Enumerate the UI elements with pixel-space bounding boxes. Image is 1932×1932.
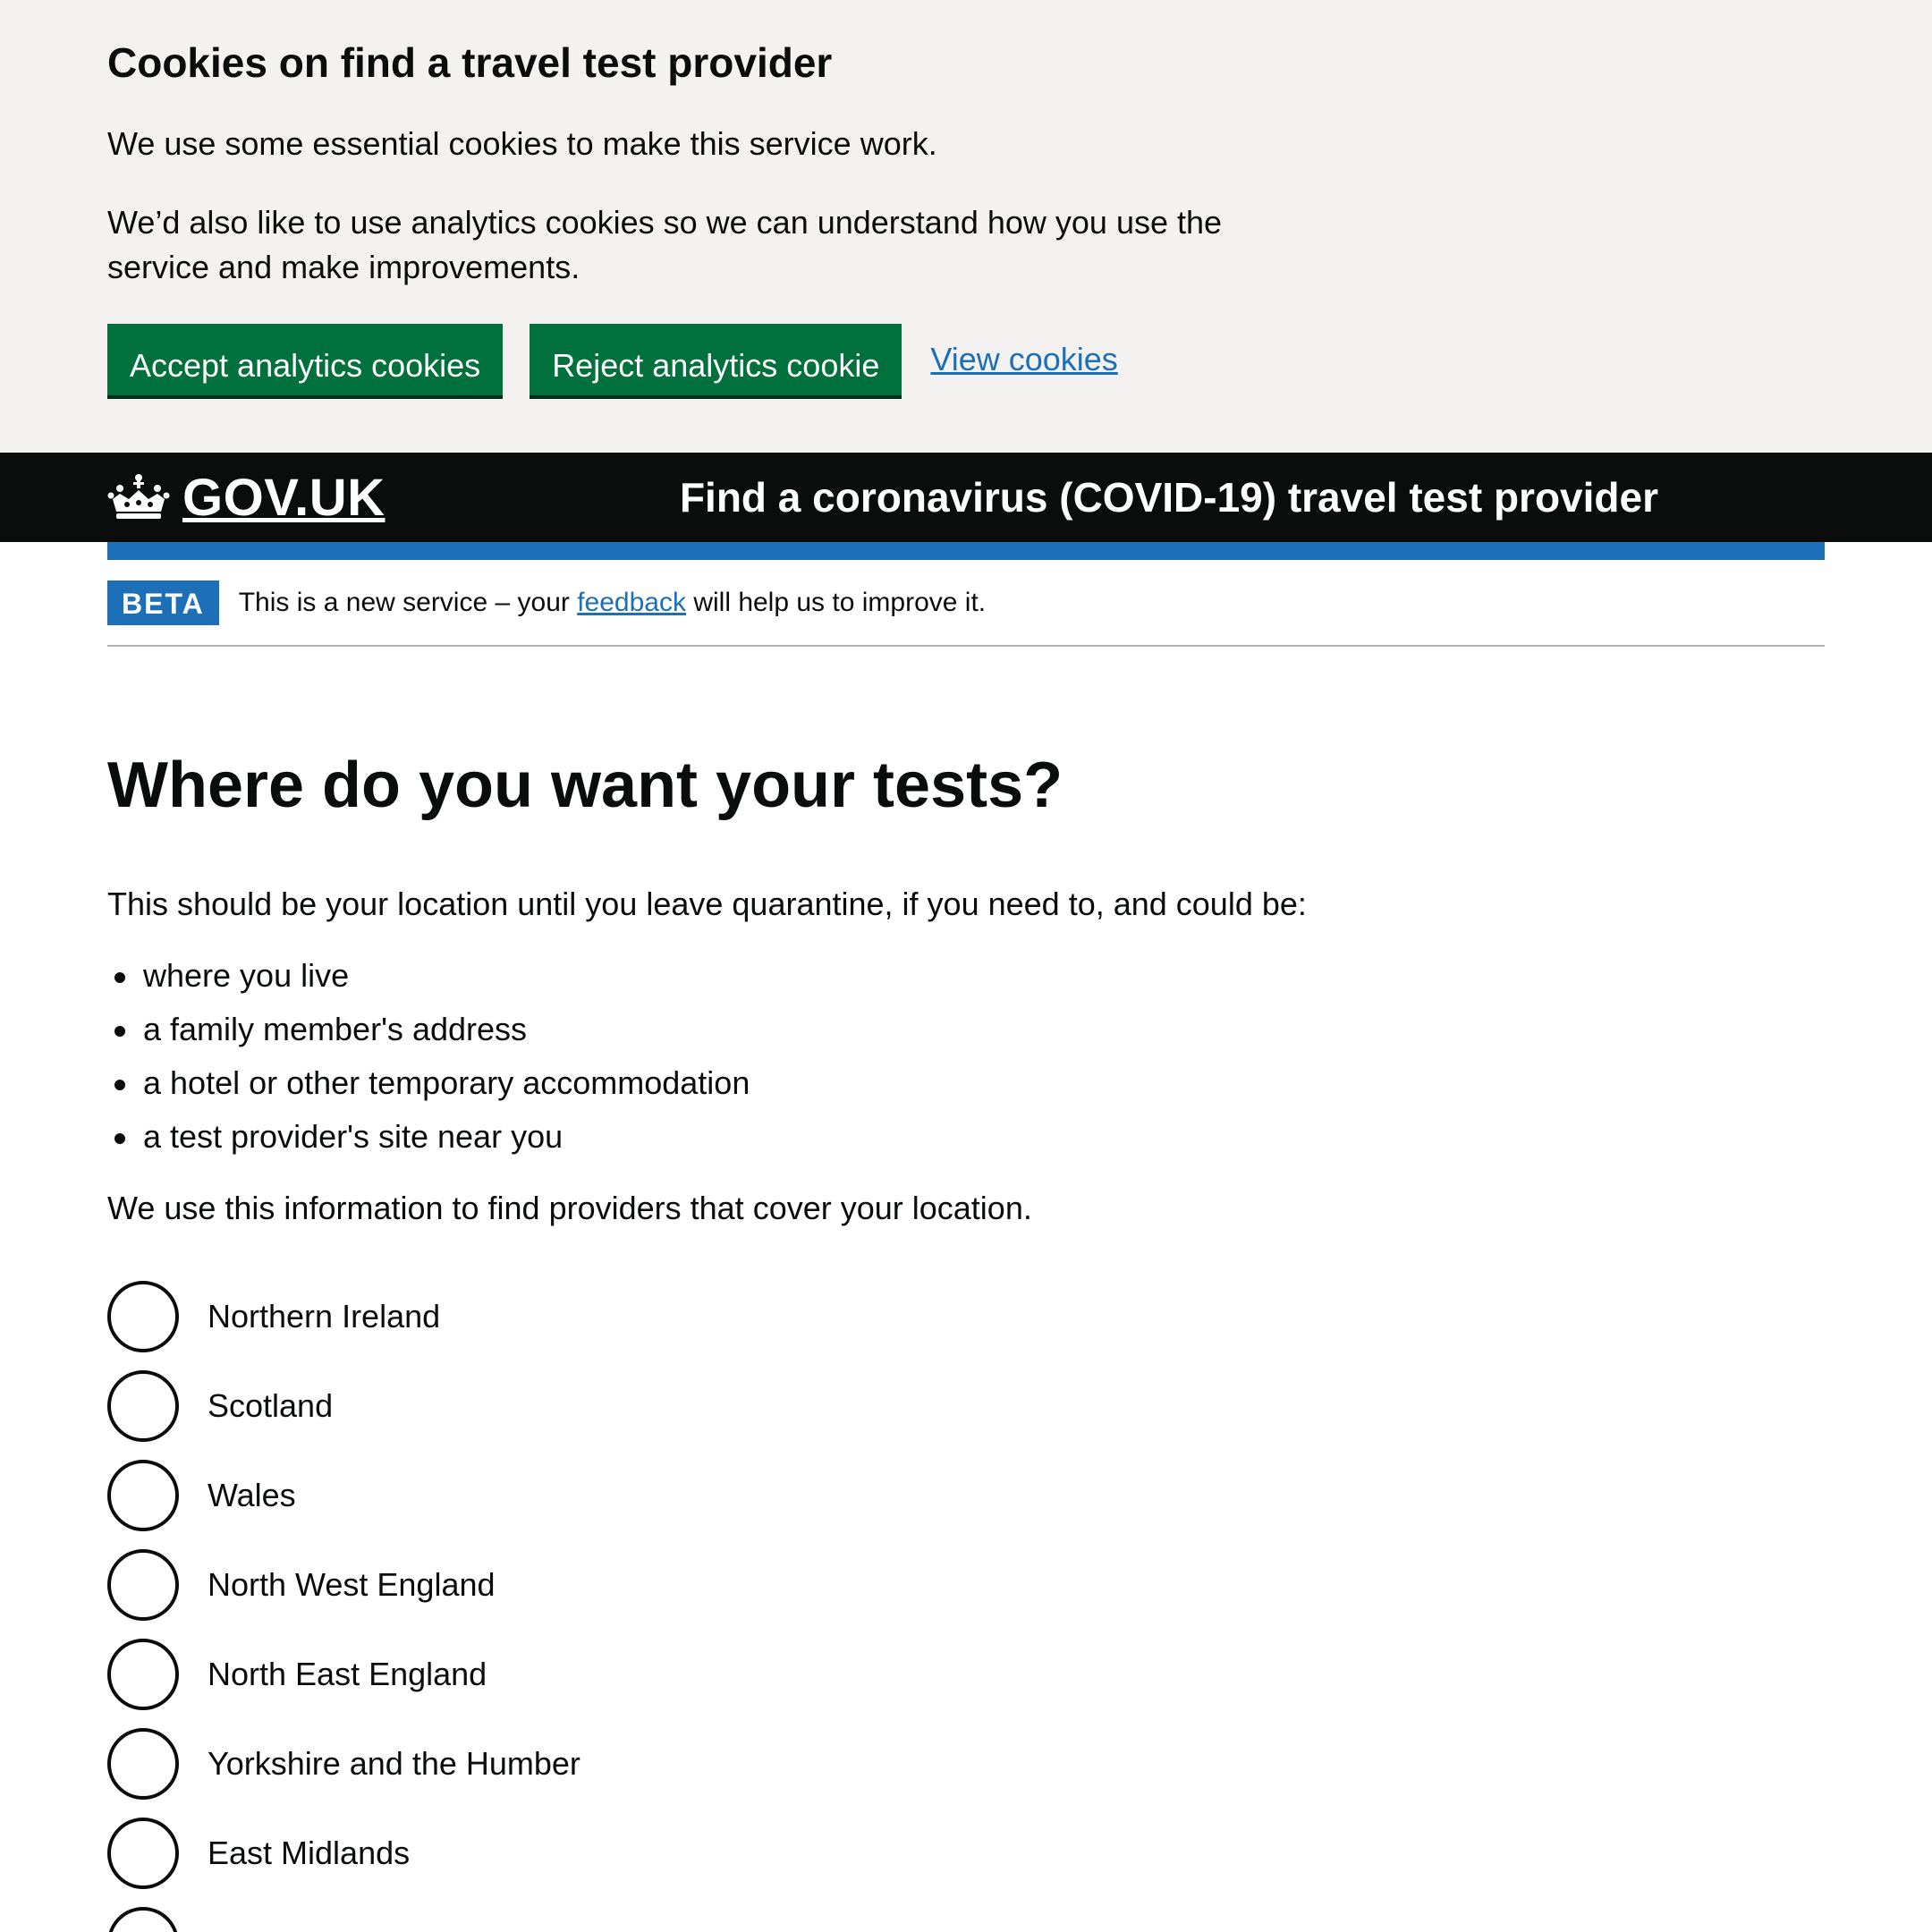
radio-label: Northern Ireland: [208, 1298, 441, 1335]
radio-option-east-midlands[interactable]: East Midlands: [107, 1809, 1825, 1898]
usage-note: We use this information to find provider…: [107, 1190, 1032, 1226]
cookie-banner-title: Cookies on find a travel test provider: [107, 39, 833, 86]
radio-option-scotland[interactable]: Scotland: [107, 1361, 1825, 1451]
cookie-banner-actions: Accept analytics cookies Reject analytic…: [107, 324, 1825, 395]
list-item: where you live: [107, 953, 1825, 998]
radio-button[interactable]: [107, 1818, 179, 1889]
govuk-logo-text: GOV.UK: [182, 468, 386, 527]
phase-text-before: This is a new service – your: [238, 587, 578, 617]
radio-option-north-west-england[interactable]: North West England: [107, 1540, 1825, 1630]
radio-button[interactable]: [107, 1370, 179, 1442]
radio-label: Scotland: [208, 1387, 334, 1424]
phase-text-after: will help us to improve it.: [685, 587, 987, 617]
radio-button[interactable]: [107, 1281, 179, 1352]
list-item: a hotel or other temporary accommodation: [107, 1061, 1825, 1106]
radio-option-yorkshire-and-the-humber[interactable]: Yorkshire and the Humber: [107, 1719, 1825, 1809]
radio-option-wales[interactable]: Wales: [107, 1451, 1825, 1540]
service-name-link[interactable]: Find a coronavirus (COVID-19) travel tes…: [680, 473, 1658, 521]
gov-header: GOV.UK Find a coronavirus (COVID-19) tra…: [0, 453, 1932, 542]
cookie-banner: Cookies on find a travel test provider W…: [0, 0, 1932, 453]
radio-option-north-east-england[interactable]: North East England: [107, 1630, 1825, 1719]
location-bullet-list: where you live a family member's address…: [107, 953, 1825, 1159]
radio-button[interactable]: [107, 1549, 179, 1621]
main-content: Where do you want your tests? This shoul…: [0, 647, 1932, 1932]
radio-label: North West England: [208, 1566, 496, 1603]
reject-analytics-cookies-button[interactable]: Reject analytics cookie: [530, 324, 902, 395]
list-item: a family member's address: [107, 1007, 1825, 1052]
header-blue-bar: [107, 542, 1825, 560]
cookie-banner-text: We use some essential cookies to make th…: [107, 125, 937, 162]
feedback-link[interactable]: feedback: [577, 588, 686, 617]
radio-label: North East England: [208, 1656, 487, 1692]
radio-option-cut-off[interactable]: [107, 1898, 1825, 1932]
list-item: a test provider's site near you: [107, 1114, 1825, 1159]
radio-button[interactable]: [107, 1460, 179, 1531]
cookie-banner-text: We’d also like to use analytics cookies …: [107, 204, 1223, 285]
radio-button[interactable]: [107, 1728, 179, 1800]
phase-banner-text: This is a new service – your feedback wi…: [239, 588, 986, 618]
beta-tag: BETA: [107, 580, 219, 625]
radio-label: Wales: [208, 1477, 296, 1513]
accept-analytics-cookies-button[interactable]: Accept analytics cookies: [107, 324, 504, 395]
view-cookies-link[interactable]: View cookies: [930, 341, 1117, 378]
phase-banner: BETA This is a new service – your feedba…: [107, 560, 1825, 647]
govuk-logo-link[interactable]: GOV.UK: [107, 468, 385, 528]
page-title: Where do you want your tests?: [107, 750, 1063, 821]
crown-icon: [107, 474, 170, 519]
radio-label: Yorkshire and the Humber: [208, 1745, 580, 1782]
radio-button[interactable]: [107, 1639, 179, 1710]
radio-option-northern-ireland[interactable]: Northern Ireland: [107, 1272, 1825, 1361]
radio-label: East Midlands: [208, 1835, 411, 1871]
location-radio-group: Northern Ireland Scotland Wales North We…: [107, 1272, 1825, 1932]
intro-text: This should be your location until you l…: [107, 886, 1307, 922]
radio-button[interactable]: [107, 1907, 179, 1932]
